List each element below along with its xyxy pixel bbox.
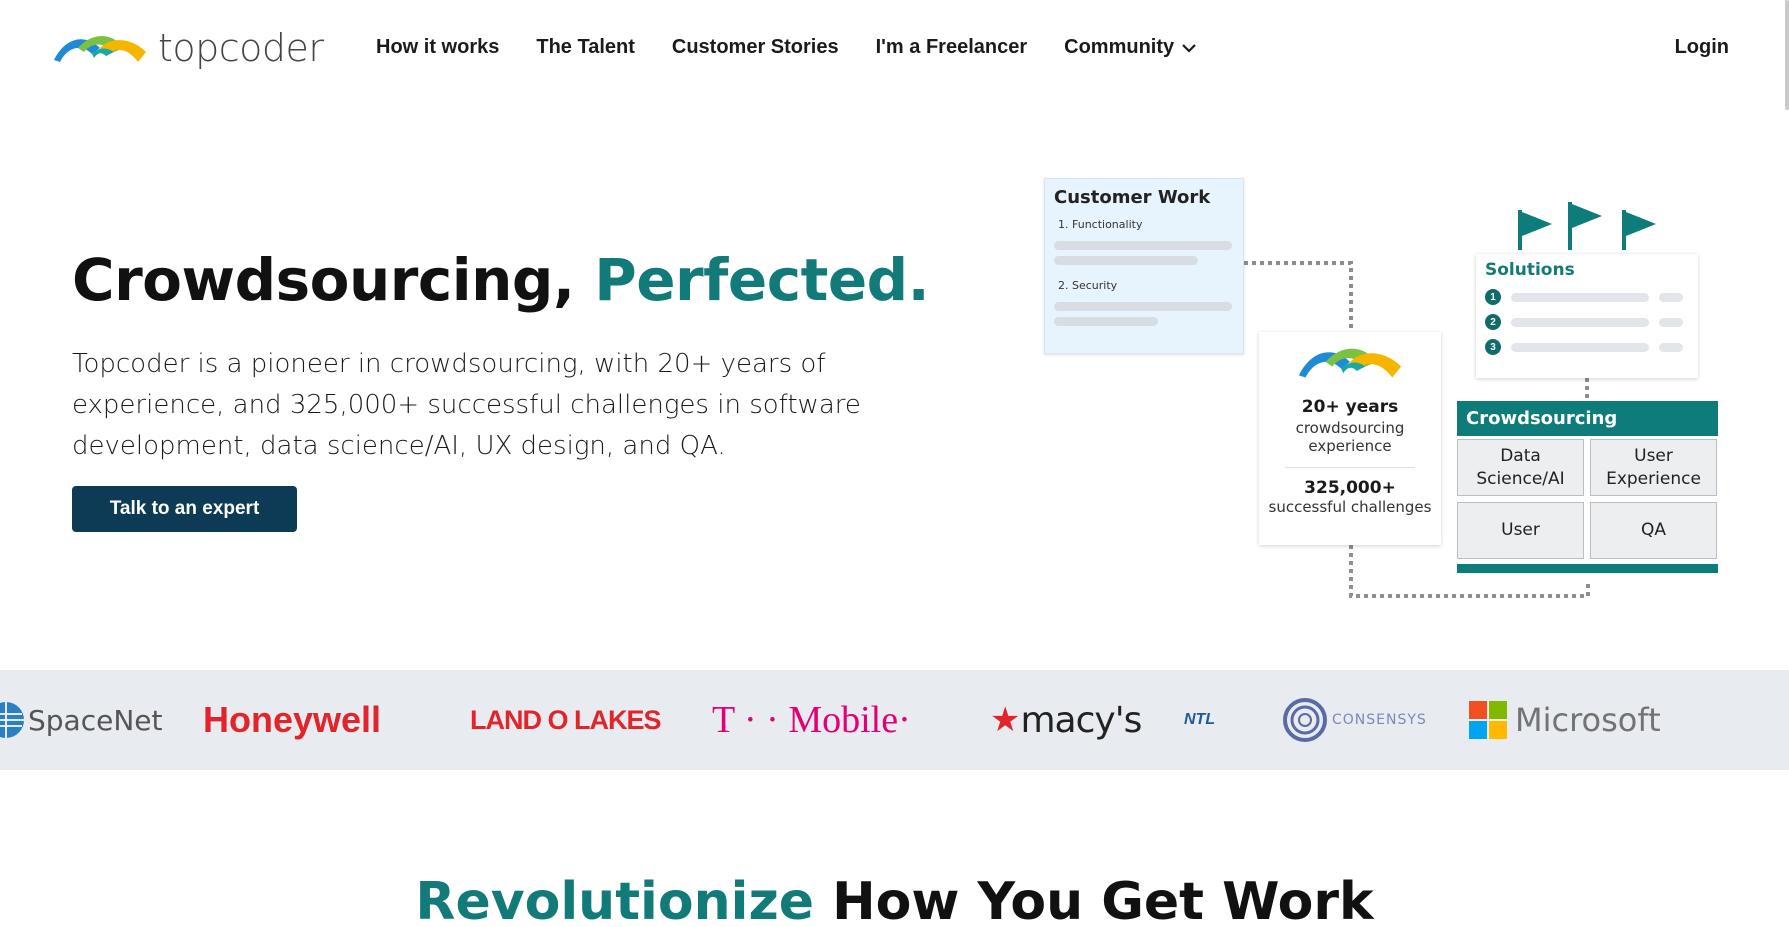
crowd-cell: QA <box>1590 502 1717 559</box>
honeywell-text: Honeywell <box>203 699 382 740</box>
years-value: 20+ years <box>1301 397 1399 417</box>
crowdsourcing-title: Crowdsourcing <box>1457 401 1718 436</box>
chevron-down-icon <box>1182 43 1196 53</box>
microsoft-text: Microsoft <box>1515 701 1661 739</box>
nav-community-label: Community <box>1064 36 1175 58</box>
ntl-logo: NTL <box>1184 670 1215 770</box>
macys-logo: ★ macy's <box>990 670 1142 770</box>
crowdsourcing-footer-bar <box>1457 564 1718 573</box>
honeywell-logo: Honeywell <box>203 670 381 770</box>
spacenet-logo: SpaceNet <box>0 670 162 770</box>
consensys-swirl-icon <box>1283 698 1327 742</box>
login-link[interactable]: Login <box>1675 36 1729 59</box>
hero-title: Crowdsourcing, Perfected. <box>72 246 930 314</box>
page-scrollbar[interactable] <box>1785 0 1789 110</box>
hero-title-main: Crowdsourcing, <box>72 246 595 314</box>
section-title-main: How You Get Work <box>813 872 1374 927</box>
t-mobile-logo: T · · Mobile· <box>712 670 911 770</box>
solutions-title: Solutions <box>1485 260 1575 280</box>
section-title-accent: Revolutionize <box>415 872 814 927</box>
placeholder-bar <box>1054 317 1158 326</box>
nav-community[interactable]: Community <box>1064 36 1196 59</box>
solution-row: 1 <box>1485 289 1689 305</box>
customer-work-item: 1. Functionality <box>1058 218 1143 231</box>
customer-work-title: Customer Work <box>1054 187 1211 208</box>
land-o-lakes-logo: LAND O LAKES <box>470 670 661 770</box>
topcoder-logo[interactable]: topcoder <box>52 26 324 70</box>
solutions-card: Solutions 1 2 3 <box>1476 254 1698 378</box>
site-header: topcoder How it works The Talent Custome… <box>0 0 1789 100</box>
hero-illustration: Customer Work 1. Functionality 2. Securi… <box>1040 170 1730 610</box>
placeholder-bar <box>1054 256 1198 265</box>
crowd-cell: Data Science/AI <box>1457 439 1584 496</box>
logo-wordmark: topcoder <box>158 26 324 70</box>
star-icon: ★ <box>990 701 1021 739</box>
consensys-logo: CONSENSYS <box>1282 670 1427 770</box>
solution-number: 1 <box>1485 289 1501 305</box>
nav-customer-stories[interactable]: Customer Stories <box>672 36 839 59</box>
crowdsourcing-panel: Crowdsourcing Data Science/AI User Exper… <box>1457 401 1718 573</box>
challenges-label: successful challenges <box>1268 498 1432 516</box>
microsoft-logo: Microsoft <box>1469 670 1661 770</box>
hero-title-accent: Perfected. <box>594 246 930 314</box>
stats-card: 20+ years crowdsourcing experience 325,0… <box>1259 332 1441 545</box>
hero-description: Topcoder is a pioneer in crowdsourcing, … <box>72 349 861 461</box>
ntl-text: NTL <box>1184 711 1216 728</box>
challenges-value: 325,000+ <box>1304 478 1396 498</box>
nav-the-talent[interactable]: The Talent <box>536 36 635 59</box>
client-logo-strip: SpaceNet Honeywell LAND O LAKES T · · Mo… <box>0 670 1789 770</box>
nav-freelancer[interactable]: I'm a Freelancer <box>876 36 1028 59</box>
customer-work-card: Customer Work 1. Functionality 2. Securi… <box>1044 178 1244 354</box>
placeholder-bar <box>1054 302 1232 311</box>
years-label: crowdsourcing experience <box>1295 419 1405 455</box>
macys-text: macy's <box>1020 699 1142 741</box>
solution-row: 3 <box>1485 339 1689 355</box>
crowdsourcing-grid: Data Science/AI User Experience User QA <box>1457 436 1718 559</box>
section-title: Revolutionize How You Get Work <box>0 872 1789 927</box>
crowd-cell: User <box>1457 502 1584 559</box>
divider <box>1285 467 1415 468</box>
solution-number: 2 <box>1485 314 1501 330</box>
main-nav: How it works The Talent Customer Stories… <box>376 36 1196 59</box>
customer-work-item: 2. Security <box>1058 279 1118 292</box>
talk-to-expert-button[interactable]: Talk to an expert <box>72 486 297 532</box>
crowd-cell: User Experience <box>1590 439 1717 496</box>
t-mobile-text: T · · Mobile· <box>712 699 911 741</box>
topcoder-logo-icon <box>54 36 146 62</box>
globe-icon <box>0 702 24 738</box>
microsoft-squares-icon <box>1469 701 1507 739</box>
land-o-lakes-text: LAND O LAKES <box>470 704 661 735</box>
placeholder-bar <box>1054 241 1232 250</box>
solution-row: 2 <box>1485 314 1689 330</box>
nav-how-it-works[interactable]: How it works <box>376 36 499 59</box>
consensys-text: CONSENSYS <box>1332 712 1427 728</box>
spacenet-text: SpaceNet <box>28 703 163 737</box>
solution-number: 3 <box>1485 339 1501 355</box>
topcoder-mark-icon <box>1298 348 1402 378</box>
